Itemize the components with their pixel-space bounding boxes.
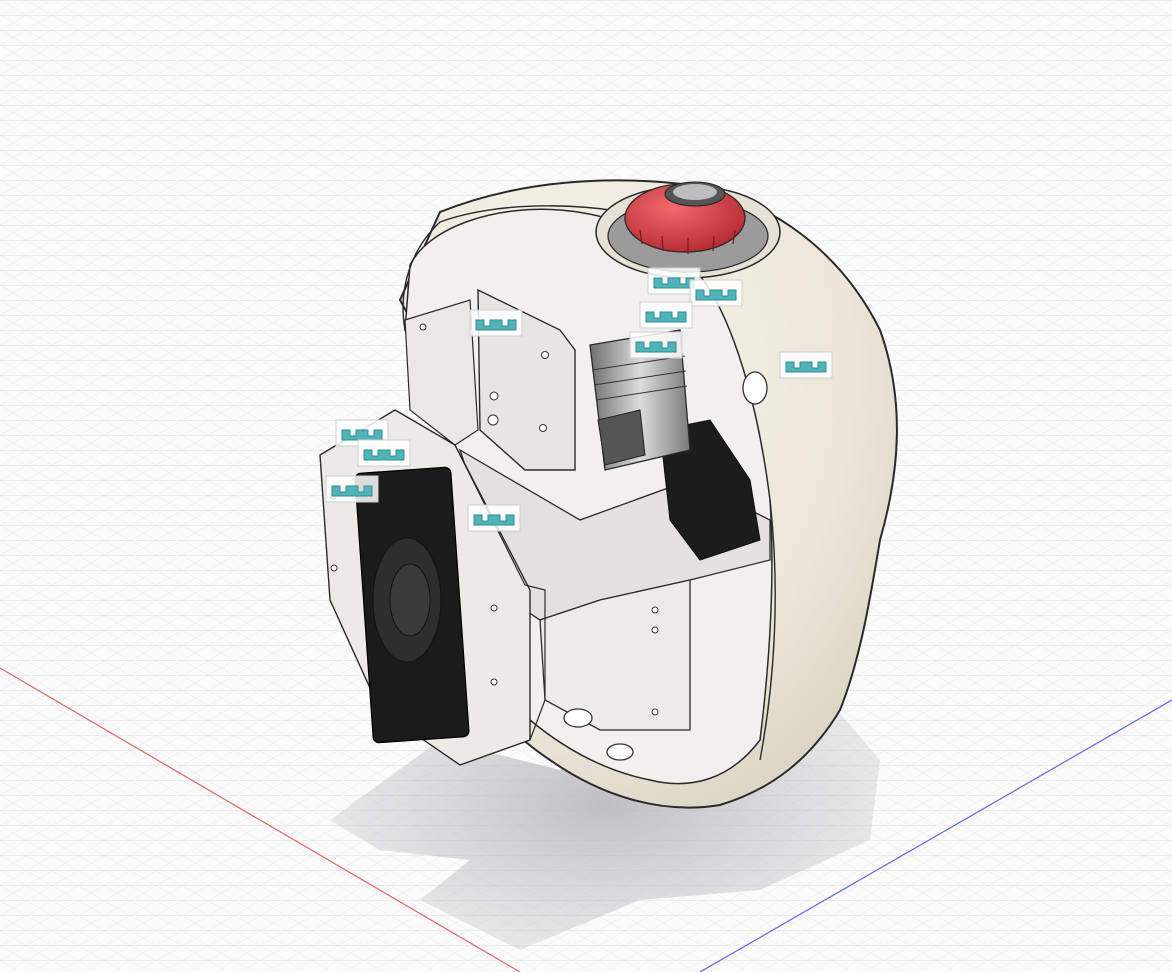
joint-icon[interactable] (629, 331, 683, 359)
joint-icon[interactable] (357, 439, 411, 467)
model-canvas[interactable] (0, 0, 1172, 972)
3d-model-viewport[interactable] (0, 0, 1172, 972)
joint-icon[interactable] (467, 504, 521, 532)
joint-icon[interactable] (689, 279, 743, 307)
joint-icon[interactable] (325, 475, 379, 503)
joint-icon[interactable] (639, 301, 693, 329)
joint-icon[interactable] (469, 309, 523, 337)
joint-icon[interactable] (779, 351, 833, 379)
